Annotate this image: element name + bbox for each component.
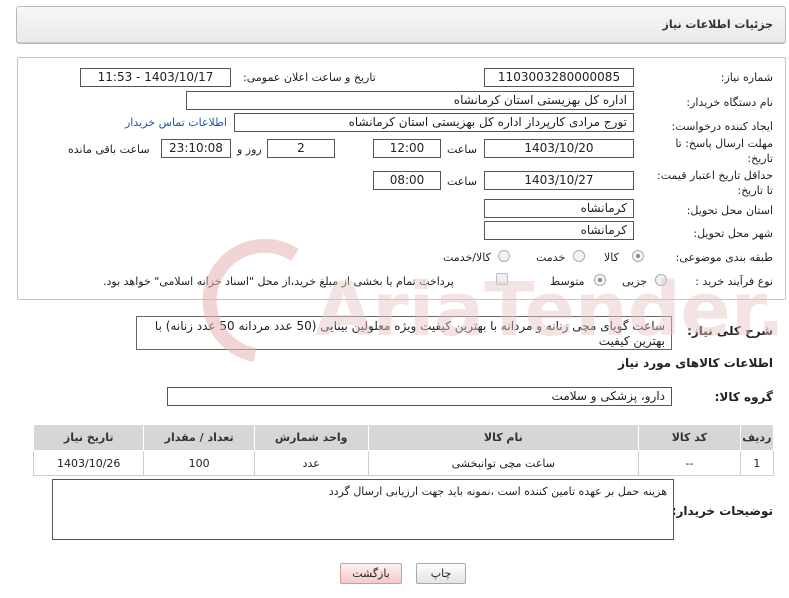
col-qty: تعداد / مقدار <box>143 424 255 451</box>
remaining-time-field: 23:10:08 <box>161 139 231 158</box>
table-row: 1 -- ساعت مچی توانبخشی عدد 100 1403/10/2… <box>32 450 775 476</box>
description-label: شرح کلی نیاز: <box>687 324 773 338</box>
announce-date-field: 1403/10/17 - 11:53 <box>80 68 231 87</box>
col-code: کد کالا <box>638 424 741 451</box>
remaining-time-label: ساعت باقی مانده <box>68 143 150 156</box>
category-service-radio[interactable] <box>573 250 585 262</box>
province-field: کرمانشاه <box>484 199 634 218</box>
goods-group-label: گروه کالا: <box>714 390 773 404</box>
back-button[interactable]: بازگشت <box>340 563 402 584</box>
cell-unit: عدد <box>253 450 369 476</box>
creator-label: ایجاد کننده درخواست: <box>671 120 773 133</box>
buyer-contact-link[interactable]: اطلاعات تماس خریدار <box>125 116 227 129</box>
cell-code: -- <box>638 450 741 476</box>
cell-row: 1 <box>739 450 775 476</box>
days-label: روز و <box>237 143 262 156</box>
col-name: نام کالا <box>367 424 640 451</box>
goods-group-field: دارو، پزشکی و سلامت <box>167 387 672 406</box>
price-validity-date-field: 1403/10/27 <box>484 171 634 190</box>
buyer-notes-label: توضیحات خریدار: <box>671 504 773 518</box>
cell-date: 1403/10/26 <box>32 450 145 476</box>
header-panel: جزئیات اطلاعات نیاز <box>16 6 786 44</box>
category-goods-radio[interactable] <box>632 250 644 262</box>
cell-qty: 100 <box>143 450 255 476</box>
price-validity-time-field: 08:00 <box>373 171 441 190</box>
col-date: تاریخ نیاز <box>32 424 145 451</box>
province-label: استان محل تحویل: <box>686 204 773 217</box>
treasury-payment-label: پرداخت تمام یا بخشی از مبلغ خرید،از محل … <box>103 275 454 288</box>
description-field: ساعت گویای مچی زنانه و مردانه با بهترین … <box>136 316 672 350</box>
purchase-type-label: نوع فرآیند خرید : <box>695 275 773 288</box>
col-row: ردیف <box>739 424 775 451</box>
header-bar: جزئیات اطلاعات نیاز <box>17 7 785 43</box>
deadline-time-label: ساعت <box>447 143 477 156</box>
buyer-org-field: اداره کل بهزیستی استان کرمانشاه <box>186 91 634 110</box>
deadline-time-field: 12:00 <box>373 139 441 158</box>
print-button[interactable]: چاپ <box>416 563 466 584</box>
category-label: طبقه بندی موضوعی: <box>675 251 773 264</box>
goods-table: ردیف کد کالا نام کالا واحد شمارش تعداد /… <box>32 424 775 476</box>
col-unit: واحد شمارش <box>253 424 369 451</box>
goods-section-title: اطلاعات کالاهای مورد نیاز <box>618 356 773 370</box>
price-validity-time-label: ساعت <box>447 175 477 188</box>
days-remaining-field: 2 <box>267 139 335 158</box>
deadline-date-field: 1403/10/20 <box>484 139 634 158</box>
purchase-minor-radio[interactable] <box>655 274 667 286</box>
need-number-field: 1103003280000085 <box>484 68 634 87</box>
goods-table-header: ردیف کد کالا نام کالا واحد شمارش تعداد /… <box>32 424 775 451</box>
price-validity-label: حداقل تاریخ اعتبار قیمت: تا تاریخ: <box>657 169 773 197</box>
deadline-label: مهلت ارسال پاسخ: تا تاریخ: <box>675 137 773 165</box>
buyer-notes-field: هزینه حمل بر عهده تامین کننده است ،نمونه… <box>52 479 674 540</box>
city-field: کرمانشاه <box>484 221 634 240</box>
page-title: جزئیات اطلاعات نیاز <box>662 18 774 31</box>
buyer-org-label: نام دستگاه خریدار: <box>686 96 773 109</box>
need-number-label: شماره نیاز: <box>720 71 773 84</box>
category-goods-service-label: کالا/خدمت <box>443 251 491 264</box>
purchase-minor-label: جزیی <box>622 275 648 288</box>
category-goods-service-radio[interactable] <box>498 250 510 262</box>
cell-name: ساعت مچی توانبخشی <box>367 450 640 476</box>
announce-date-label: تاریخ و ساعت اعلان عمومی: <box>243 71 376 84</box>
category-goods-label: کالا <box>604 251 619 264</box>
city-label: شهر محل تحویل: <box>693 227 773 240</box>
purchase-medium-label: متوسط <box>550 275 585 288</box>
creator-field: تورج مرادی کارپرداز اداره کل بهزیستی است… <box>234 113 634 132</box>
category-service-label: خدمت <box>536 251 566 264</box>
purchase-medium-radio[interactable] <box>594 274 606 286</box>
treasury-payment-checkbox[interactable] <box>496 273 508 285</box>
